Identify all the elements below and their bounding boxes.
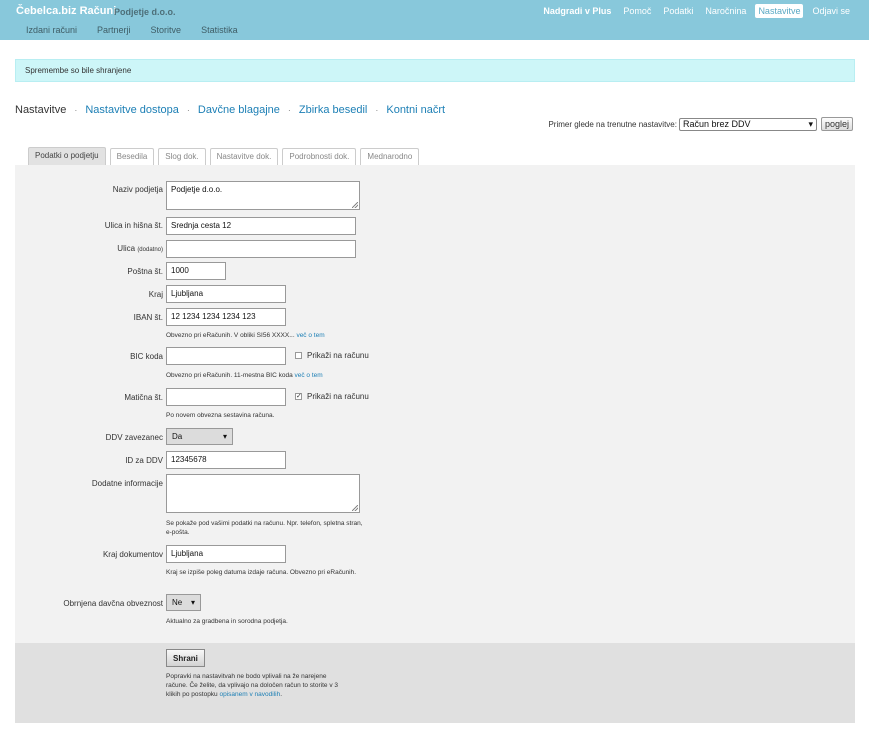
reverse-charge-label: Obrnjena davčna obveznost (63, 599, 163, 608)
registration-checkbox-label: Prikaži na računu (307, 392, 369, 401)
registration-number-label: Matična št. (124, 393, 163, 402)
street-extra-label-text: Ulica (117, 244, 136, 253)
vat-payer-value: Da (172, 432, 183, 441)
tab-international[interactable]: Mednarodno (360, 148, 420, 165)
postal-code-label: Poštna št. (127, 267, 163, 276)
vat-id-field[interactable]: 12345678 (166, 451, 286, 469)
registration-show-checkbox[interactable]: ✓ Prikaži na računu (295, 392, 369, 401)
bic-checkbox-label: Prikaži na računu (307, 351, 369, 360)
vat-id-label: ID za DDV (125, 456, 163, 465)
settings-tabs: Podatki o podjetju Besedila Slog dok. Na… (28, 147, 423, 165)
document-city-hint: Kraj se izpiše poleg datuma izdaje račun… (166, 569, 357, 576)
top-bar: Čebelca.biz Računi Podjetje d.o.o. Nadgr… (0, 0, 869, 40)
iban-hint-text: Obvezno pri eRačunih. V obliki SI56 XXXX… (166, 332, 295, 339)
reverse-charge-value: Ne (172, 598, 183, 607)
company-name: Podjetje d.o.o. (114, 7, 176, 17)
brand-logo[interactable]: Čebelca.biz Računi (16, 5, 116, 17)
additional-info-field[interactable] (166, 474, 360, 513)
company-name-label: Naziv podjetja (112, 185, 163, 194)
registration-number-field[interactable] (166, 388, 286, 406)
street-extra-label: Ulica (dodatno) (117, 244, 163, 253)
vat-payer-select[interactable]: Da ▾ (166, 428, 233, 445)
breadcrumb-current: Nastavitve (15, 104, 67, 116)
breadcrumb-separator: · (287, 105, 291, 115)
form-footer: Shrani Popravki na nastavitvah ne bodo v… (15, 643, 855, 723)
reverse-charge-select[interactable]: Ne ▾ (166, 594, 201, 611)
breadcrumb-separator: · (375, 105, 379, 115)
bic-field[interactable] (166, 347, 286, 365)
subnav-services-link[interactable]: Storitve (151, 25, 182, 35)
nav-logout-link[interactable]: Odjavi se (809, 4, 853, 18)
preview-view-button[interactable]: poglej (820, 117, 853, 131)
iban-more-link[interactable]: več o tem (296, 332, 324, 339)
footer-note-end: . (280, 691, 282, 698)
breadcrumb-separator: · (74, 105, 78, 115)
subnav-statistics-link[interactable]: Statistika (201, 25, 238, 35)
tab-company-data[interactable]: Podatki o podjetju (28, 147, 106, 165)
top-nav: Nadgradi v Plus Pomoč Podatki Naročnina … (534, 4, 853, 18)
bic-label: BIC koda (130, 352, 163, 361)
breadcrumb-access-link[interactable]: Nastavitve dostopa (85, 104, 179, 116)
bic-checkbox-box[interactable] (295, 352, 302, 359)
city-label: Kraj (148, 290, 163, 299)
vat-payer-label: DDV zavezanec (105, 433, 163, 442)
city-field[interactable]: Ljubljana (166, 285, 286, 303)
breadcrumb-accounts-link[interactable]: Kontni načrt (386, 104, 445, 116)
footer-note: Popravki na nastavitvah ne bodo vplivali… (166, 672, 346, 699)
company-form: Naziv podjetja Podjetje d.o.o. Ulica in … (15, 165, 855, 643)
preview-select-value: Račun brez DDV (682, 119, 751, 129)
document-city-field[interactable]: Ljubljana (166, 545, 286, 563)
street-field[interactable]: Srednja cesta 12 (166, 217, 356, 235)
nav-data-link[interactable]: Podatki (660, 4, 696, 18)
bic-hint-text: Obvezno pri eRačunih. 11-mestna BIC koda (166, 372, 293, 379)
chevron-down-icon: ▾ (808, 118, 813, 129)
instructions-link[interactable]: opisanem v navodilih (219, 691, 280, 698)
document-city-label: Kraj dokumentov (102, 550, 163, 559)
street-extra-label-small: (dodatno) (137, 247, 163, 253)
breadcrumb-cash-register-link[interactable]: Davčne blagajne (198, 104, 280, 116)
iban-field[interactable]: 12 1234 1234 1234 123 (166, 308, 286, 326)
reverse-charge-hint: Aktualno za gradbena in sorodna podjetja… (166, 618, 288, 625)
tab-doc-details[interactable]: Podrobnosti dok. (282, 148, 357, 165)
tab-texts[interactable]: Besedila (109, 148, 155, 165)
nav-settings-link[interactable]: Nastavitve (755, 4, 804, 18)
breadcrumb-texts-link[interactable]: Zbirka besedil (299, 104, 367, 116)
chevron-down-icon: ▾ (190, 598, 195, 607)
street-extra-field[interactable] (166, 240, 356, 258)
saved-notice: Spremembe so bile shranjene (15, 59, 855, 82)
bic-show-checkbox[interactable]: Prikaži na računu (295, 351, 369, 360)
registration-hint: Po novem obvezna sestavina računa. (166, 412, 275, 419)
bic-hint: Obvezno pri eRačunih. 11-mestna BIC koda… (166, 371, 323, 380)
breadcrumb-separator: · (186, 105, 190, 115)
street-label: Ulica in hišna št. (104, 221, 163, 230)
subnav-invoices-link[interactable]: Izdani računi (26, 25, 77, 35)
sub-nav: Izdani računi Partnerji Storitve Statist… (26, 25, 258, 35)
tab-doc-style[interactable]: Slog dok. (158, 148, 206, 165)
additional-info-label: Dodatne informacije (91, 479, 163, 488)
additional-info-hint: Se pokaže pod vašimi podatki na računu. … (166, 520, 363, 536)
nav-upgrade-link[interactable]: Nadgradi v Plus (540, 4, 614, 18)
iban-hint: Obvezno pri eRačunih. V obliki SI56 XXXX… (166, 331, 325, 340)
preview-label: Primer glede na trenutne nastavitve: (548, 119, 677, 129)
company-name-field[interactable]: Podjetje d.o.o. (166, 181, 360, 210)
chevron-down-icon: ▾ (222, 432, 227, 441)
nav-subscription-link[interactable]: Naročnina (702, 4, 749, 18)
nav-help-link[interactable]: Pomoč (620, 4, 654, 18)
preview-bar: Primer glede na trenutne nastavitve: Rač… (548, 117, 853, 131)
iban-label: IBAN št. (133, 313, 163, 322)
save-button[interactable]: Shrani (166, 649, 205, 667)
settings-breadcrumb: Nastavitve · Nastavitve dostopa · Davčne… (15, 104, 445, 116)
postal-code-field[interactable]: 1000 (166, 262, 226, 280)
subnav-partners-link[interactable]: Partnerji (97, 25, 131, 35)
preview-template-select[interactable]: Račun brez DDV ▾ (678, 117, 817, 131)
check-icon[interactable]: ✓ (295, 393, 302, 400)
bic-more-link[interactable]: več o tem (295, 372, 323, 379)
tab-doc-settings[interactable]: Nastavitve dok. (209, 148, 279, 165)
